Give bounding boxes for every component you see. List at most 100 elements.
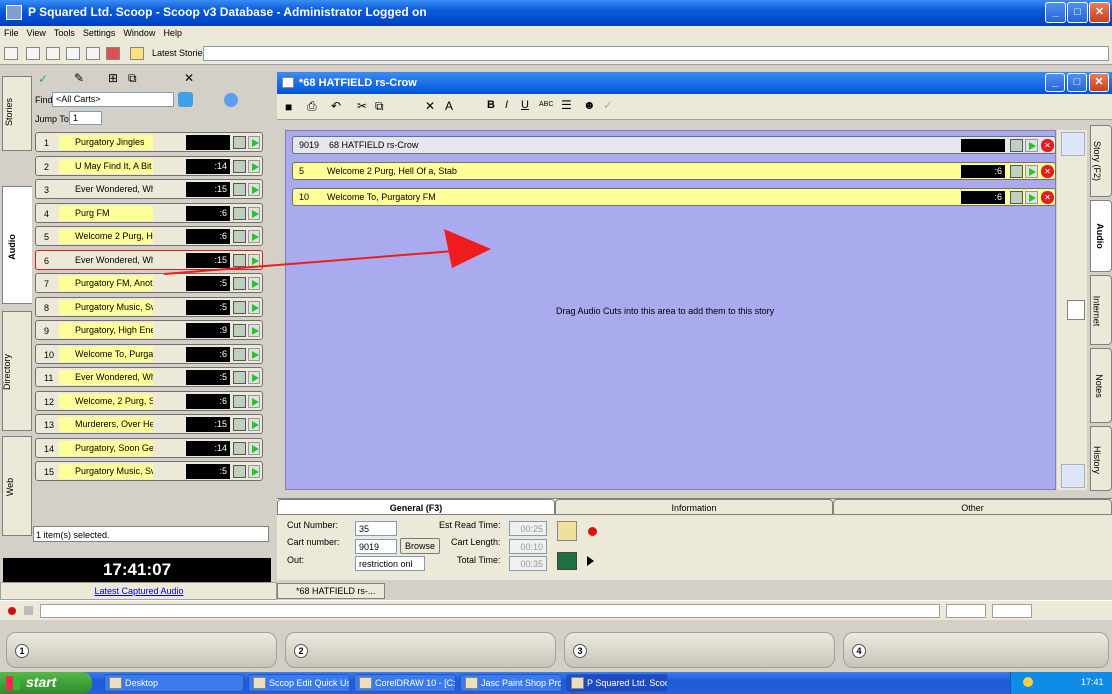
cart-play-icon[interactable] (248, 418, 260, 431)
cart-play-icon[interactable] (248, 300, 260, 314)
tab-story[interactable]: Story (F2) (1090, 125, 1112, 197)
spelling-icon[interactable]: ABC (539, 101, 553, 108)
browse-button[interactable]: Browse (400, 538, 440, 554)
cart-play-icon[interactable] (248, 347, 260, 361)
check-spelling-icon[interactable]: ✓ (603, 98, 613, 112)
search-icon[interactable] (178, 92, 193, 107)
menu-tools[interactable]: Tools (50, 26, 79, 38)
cart-number-field[interactable]: 9019 (355, 539, 397, 554)
print-story-icon[interactable]: ⎙ (307, 99, 317, 114)
latest-captured-link[interactable]: Latest Captured Audio (5, 584, 273, 598)
tab-general[interactable]: General (F3) (277, 499, 555, 515)
cart-item[interactable]: 10 Welcome To, Purgator:6 (35, 343, 263, 364)
speaker-icon[interactable] (557, 521, 577, 541)
minimize-icon[interactable]: _ (1045, 2, 1066, 23)
jump-input[interactable]: 1 (69, 111, 102, 125)
stop-icon[interactable] (24, 606, 33, 615)
cart-item[interactable]: 15 Purgatory Music, Swee:5 (35, 461, 263, 481)
out-field[interactable]: restriction onl (355, 556, 425, 571)
tab-other[interactable]: Other (833, 499, 1112, 515)
cart-edit-icon[interactable] (233, 418, 246, 431)
cart-play-icon[interactable] (248, 394, 260, 408)
find-select[interactable]: <All Carts> (52, 92, 174, 107)
layout-icon[interactable]: ⊞ (108, 71, 118, 85)
task-coreldraw[interactable]: CorelDRAW 10 - [C:\... (354, 674, 456, 692)
scroll-up-icon[interactable] (1061, 132, 1085, 156)
doc-tab-story[interactable]: *68 HATFIELD rs-... (277, 583, 385, 599)
cart-item[interactable]: 2 U May Find It, A Bit Ho:14 (35, 155, 263, 176)
menu-help[interactable]: Help (159, 26, 186, 38)
cart-item[interactable]: 6 Ever Wondered, What:15 (35, 249, 263, 270)
tab-history[interactable]: History (1090, 426, 1112, 491)
task-paint-shop[interactable]: Jasc Paint Shop Pro - ... (460, 674, 562, 692)
delete-icon[interactable]: ✕ (184, 71, 194, 85)
cart-item[interactable]: 7 Purgatory FM, Another:5 (35, 273, 263, 293)
cart-item[interactable]: 4 Purg FM:6 (35, 202, 263, 223)
cart-edit-icon[interactable] (233, 371, 246, 384)
cart-item[interactable]: 9 Purgatory, High Energy:9 (35, 320, 263, 340)
cart-play-icon[interactable] (248, 183, 260, 196)
cart-edit-icon[interactable] (233, 183, 246, 196)
cart-play-icon[interactable] (248, 465, 260, 478)
tab-web[interactable]: Web (2, 436, 32, 536)
menu-window[interactable]: Window (119, 26, 159, 38)
cart-play-icon[interactable] (248, 136, 260, 149)
copy-icon[interactable]: ⧉ (128, 71, 137, 86)
tab-notes[interactable]: Notes (1090, 348, 1112, 423)
close-icon[interactable]: ✕ (1089, 2, 1110, 23)
story-minimize-icon[interactable]: _ (1045, 73, 1065, 92)
maximize-icon[interactable]: □ (1067, 2, 1088, 23)
cart-play-icon[interactable] (248, 277, 260, 290)
tab-information[interactable]: Information (555, 499, 833, 515)
cart-item[interactable]: 1 Purgatory Jingles (35, 132, 263, 152)
player-4[interactable]: 4 (843, 632, 1109, 668)
cart-edit-icon[interactable] (233, 159, 246, 173)
cart-play-icon[interactable] (248, 441, 260, 455)
cart-play-icon[interactable] (248, 324, 260, 337)
task-desktop[interactable]: Desktop (104, 674, 244, 692)
waveform-icon[interactable] (557, 552, 577, 570)
view-toggle-icon[interactable] (4, 47, 18, 60)
tab-stories[interactable]: Stories (2, 76, 32, 151)
list-icon[interactable] (46, 47, 60, 60)
cart-play-icon[interactable] (248, 159, 260, 173)
cart-play-icon[interactable] (248, 206, 260, 220)
story-close-icon[interactable]: ✕ (1089, 73, 1109, 92)
cart-item[interactable]: 8 Purgatory Music, Swee:5 (35, 296, 263, 317)
cart-edit-icon[interactable] (233, 277, 246, 290)
cart-edit-icon[interactable] (233, 253, 246, 267)
cart-item[interactable]: 3 Ever Wondered, What:15 (35, 179, 263, 199)
cart-edit-icon[interactable] (233, 347, 246, 361)
delete-story-icon[interactable]: ✕ (425, 99, 435, 113)
save-icon[interactable]: ■ (285, 100, 292, 114)
scroll-down-icon[interactable] (1061, 464, 1085, 488)
undo-icon[interactable]: ↶ (331, 99, 341, 113)
task-scoop[interactable]: P Squared Ltd. Scoop... (566, 674, 668, 692)
print-icon[interactable] (26, 47, 40, 60)
window-icon[interactable] (66, 47, 80, 60)
cart-edit-icon[interactable] (233, 230, 246, 243)
cart-play-icon[interactable] (248, 253, 260, 267)
help-icon[interactable] (130, 47, 144, 60)
cart-item[interactable]: 13 Murderers, Over Here,:15 (35, 414, 263, 434)
menu-file[interactable]: File (0, 26, 23, 38)
tray-icon[interactable] (1023, 677, 1033, 687)
bold-icon[interactable]: B (487, 99, 495, 111)
play-icon[interactable] (587, 556, 594, 566)
edit-icon[interactable]: ✎ (74, 71, 84, 85)
cart-play-icon[interactable] (248, 371, 260, 384)
player-2[interactable]: 2 (285, 632, 556, 668)
font-icon[interactable]: A (445, 99, 453, 113)
cart-edit-icon[interactable] (233, 206, 246, 220)
bullets-icon[interactable]: ☰ (561, 98, 572, 112)
cart-edit-icon[interactable] (233, 394, 246, 408)
cart-edit-icon[interactable] (233, 441, 246, 455)
tab-audio[interactable]: Audio (2, 186, 32, 304)
record-icon[interactable] (588, 527, 597, 536)
cart-play-icon[interactable] (248, 230, 260, 243)
tab-audio-story[interactable]: Audio (1090, 200, 1112, 272)
check-icon[interactable]: ✓ (38, 72, 48, 86)
audio-drop-area[interactable]: 9019 68 HATFIELD rs-Crow ✕ 5 Welcome 2 Purg,… (163, 130, 1056, 490)
latest-stories-field[interactable] (203, 46, 1109, 61)
cut-icon[interactable]: ✂ (357, 99, 367, 113)
